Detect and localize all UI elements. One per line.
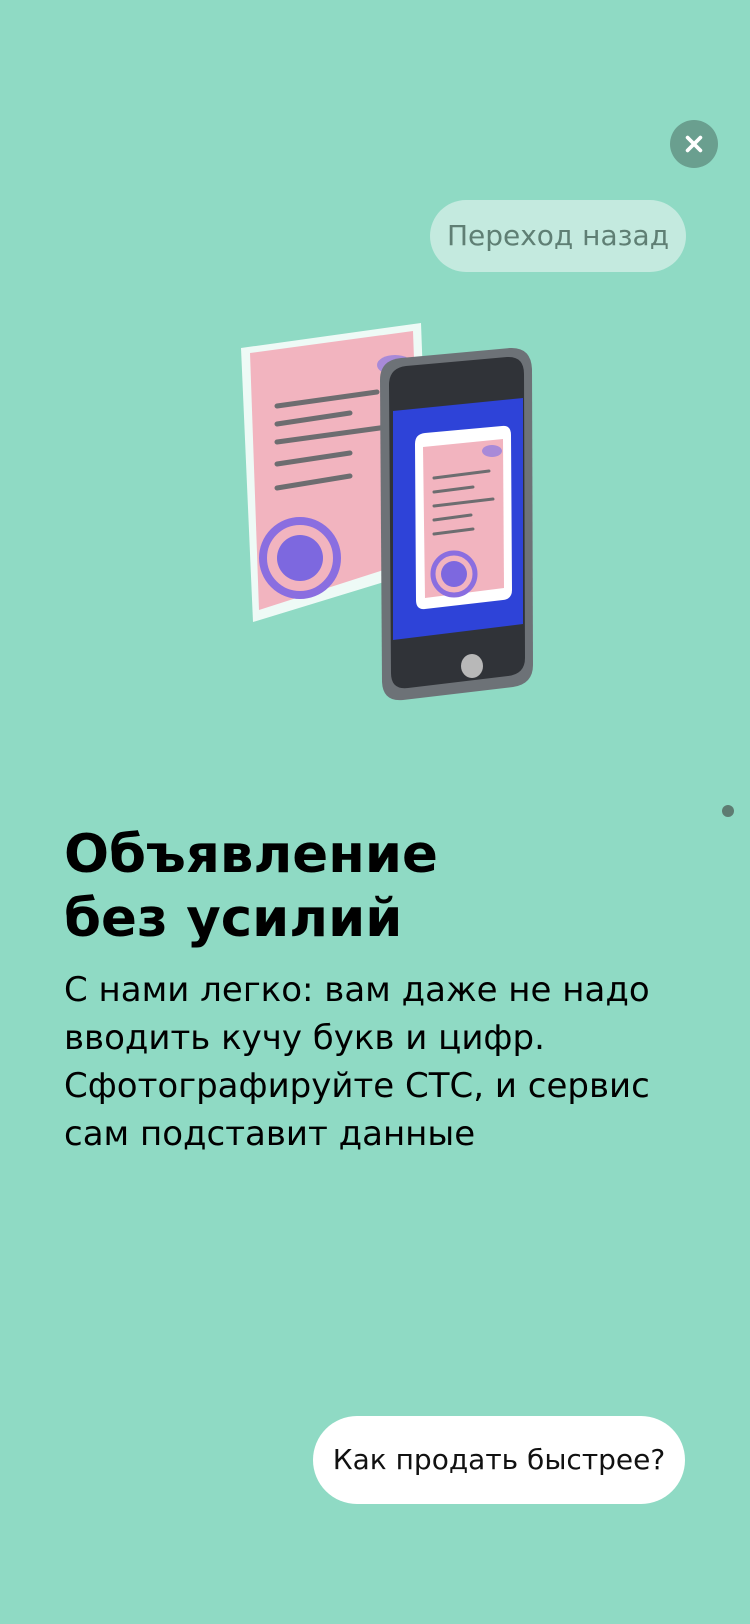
back-button[interactable]: Переход назад bbox=[430, 200, 686, 272]
smartphone-illustration bbox=[380, 347, 533, 701]
description-text: С нами легко: вам даже не надо вводить к… bbox=[64, 966, 724, 1158]
close-button[interactable] bbox=[670, 120, 718, 168]
description-line: вводить кучу букв и цифр. bbox=[64, 1018, 545, 1058]
page-indicator bbox=[722, 805, 734, 817]
title-line: Объявление bbox=[64, 824, 438, 885]
page-title: Объявление без усилий bbox=[64, 823, 684, 951]
close-icon bbox=[685, 135, 703, 153]
title-line: без усилий bbox=[64, 888, 403, 949]
story-screen: Переход назад Объявление без усилий С на… bbox=[0, 0, 750, 1624]
description-line: Сфотографируйте СТС, и сервис bbox=[64, 1066, 650, 1106]
document-and-phone-illustration bbox=[241, 323, 533, 701]
sell-faster-button[interactable]: Как продать быстрее? bbox=[313, 1416, 685, 1504]
description-line: сам подставит данные bbox=[64, 1114, 476, 1154]
description-line: С нами легко: вам даже не надо bbox=[64, 970, 650, 1010]
